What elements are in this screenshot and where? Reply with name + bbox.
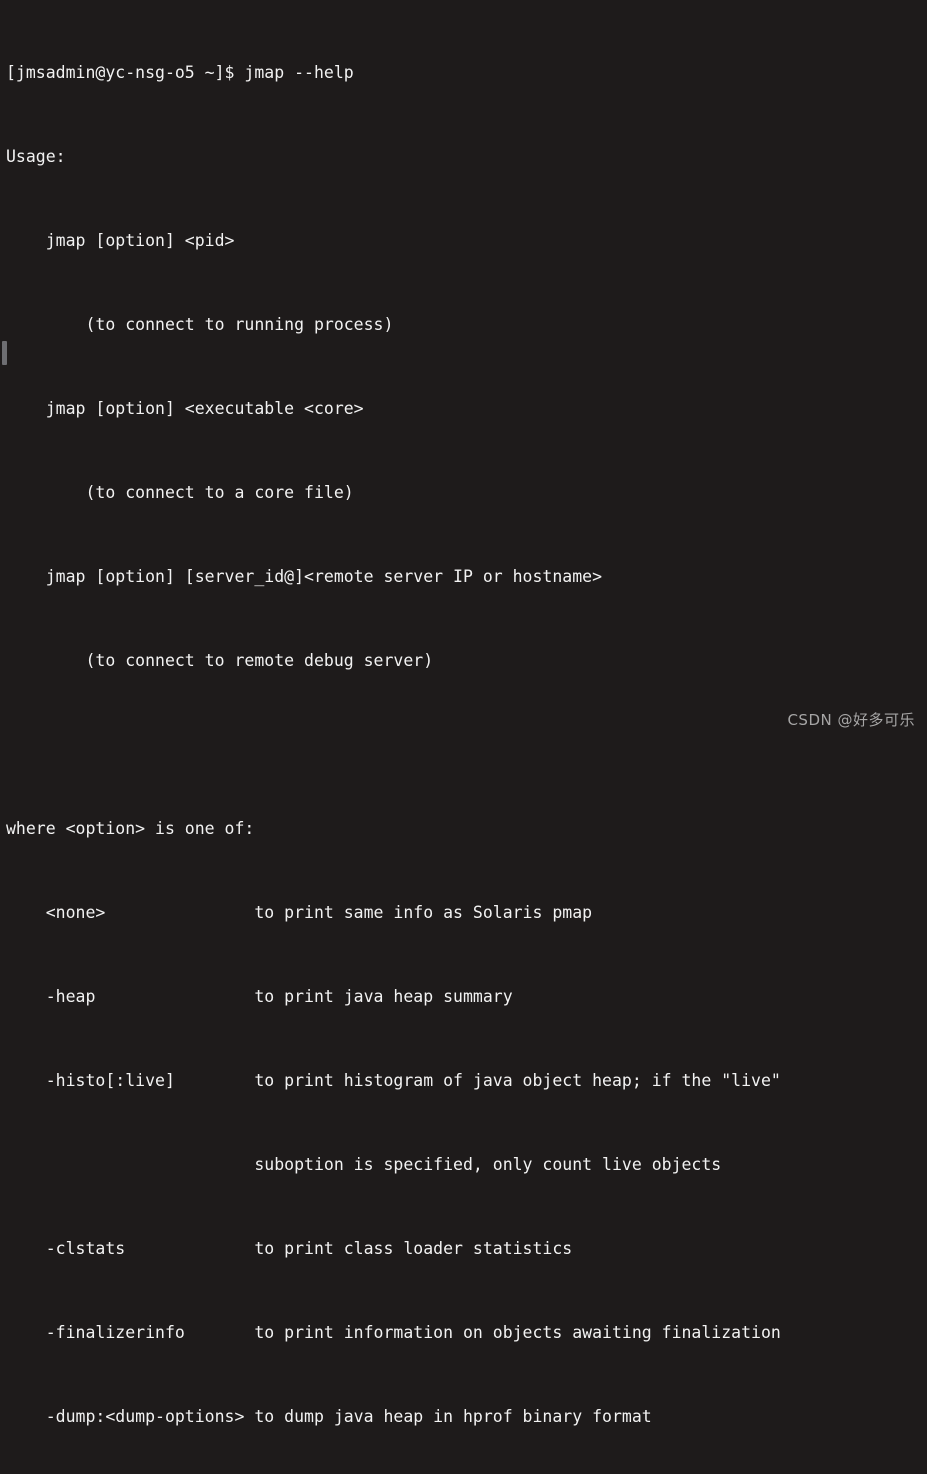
scrollbar-thumb[interactable] [2, 341, 7, 365]
terminal-line: -finalizerinfo to print information on o… [6, 1323, 781, 1342]
terminal-line: jmap [option] <pid> [6, 231, 235, 250]
terminal-line: Usage: [6, 147, 66, 166]
terminal-line: -heap to print java heap summary [6, 987, 513, 1006]
terminal-line: <none> to print same info as Solaris pma… [6, 903, 593, 922]
scrollbar[interactable] [0, 0, 7, 737]
watermark: CSDN @好多可乐 [787, 711, 915, 729]
terminal-line: (to connect to a core file) [6, 483, 354, 502]
terminal-line: -histo[:live] to print histogram of java… [6, 1071, 781, 1090]
terminal-line: (to connect to running process) [6, 315, 394, 334]
terminal-line: -clstats to print class loader statistic… [6, 1239, 573, 1258]
terminal-line: [jmsadmin@yc-nsg-o5 ~]$ jmap --help [6, 63, 354, 82]
terminal-line: jmap [option] [server_id@]<remote server… [6, 567, 603, 586]
terminal-output[interactable]: [jmsadmin@yc-nsg-o5 ~]$ jmap --help Usag… [0, 3, 927, 1474]
terminal-line: (to connect to remote debug server) [6, 651, 434, 670]
terminal-line: suboption is specified, only count live … [6, 1155, 722, 1174]
terminal-window[interactable]: [jmsadmin@yc-nsg-o5 ~]$ jmap --help Usag… [0, 0, 927, 1426]
terminal-line: jmap [option] <executable <core> [6, 399, 364, 418]
terminal-line: -dump:<dump-options> to dump java heap i… [6, 1407, 652, 1426]
terminal-line: where <option> is one of: [6, 819, 255, 838]
